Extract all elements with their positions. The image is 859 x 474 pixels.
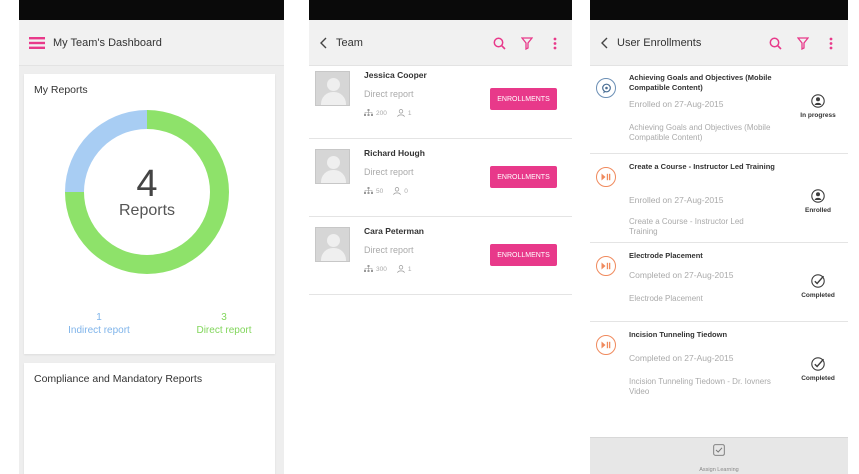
- person-icon: [397, 109, 405, 117]
- course-status: Completed: [792, 274, 844, 299]
- play-pause-icon: [596, 256, 616, 276]
- course-status-label: In progress: [800, 112, 836, 119]
- member-stat-2: 1: [407, 265, 412, 273]
- user-circle-icon: [811, 94, 825, 108]
- member-stats: 50 0: [364, 187, 414, 195]
- course-description: Electrode Placement: [629, 294, 703, 303]
- avatar: [315, 227, 350, 262]
- hamburger-menu-icon[interactable]: [29, 36, 45, 50]
- course-date: Enrolled on 27-Aug-2015: [629, 99, 724, 109]
- enrollment-row[interactable]: Achieving Goals and Objectives (Mobile C…: [590, 66, 848, 154]
- page-title: Team: [336, 36, 363, 49]
- avatar: [315, 149, 350, 184]
- enrollments-button[interactable]: ENROLLMENTS: [490, 244, 557, 266]
- app-bar: My Team's Dashboard: [19, 20, 284, 66]
- reports-total: 4: [136, 163, 158, 205]
- app-bar: User Enrollments: [590, 20, 848, 66]
- person-icon: [393, 187, 401, 195]
- app-bar: Team: [309, 20, 572, 66]
- course-title: Incision Tunneling Tiedown: [629, 330, 728, 339]
- member-name: Richard Hough: [364, 148, 425, 158]
- member-stats: 200 1: [364, 109, 417, 117]
- assign-learning-button[interactable]: Assign Learning: [590, 437, 848, 474]
- status-bar: [590, 0, 848, 20]
- play-pause-icon: [596, 167, 616, 187]
- member-role: Direct report: [364, 167, 414, 177]
- course-title: Achieving Goals and Objectives (Mobile C…: [629, 73, 772, 92]
- course-description: Achieving Goals and Objectives (Mobile C…: [629, 123, 771, 142]
- more-vertical-icon[interactable]: [548, 36, 562, 50]
- status-bar: [309, 0, 572, 20]
- member-stat-1: 300: [376, 265, 387, 273]
- my-reports-card[interactable]: My Reports 4 Reports 1 Indirect report 3…: [24, 74, 275, 354]
- course-status: Enrolled: [792, 189, 844, 214]
- course-title: Create a Course - Instructor Led Trainin…: [629, 162, 775, 171]
- enrollments-button[interactable]: ENROLLMENTS: [490, 166, 557, 188]
- enrollment-row[interactable]: Create a Course - Instructor Led Trainin…: [590, 155, 848, 243]
- filter-icon[interactable]: [796, 36, 810, 50]
- search-icon[interactable]: [768, 36, 782, 50]
- back-chevron-icon[interactable]: [319, 36, 333, 50]
- back-chevron-icon[interactable]: [600, 36, 614, 50]
- member-stats: 300 1: [364, 265, 417, 273]
- course-date: Enrolled on 27-Aug-2015: [629, 195, 724, 205]
- compliance-card[interactable]: Compliance and Mandatory Reports: [24, 363, 275, 474]
- member-name: Cara Peterman: [364, 226, 425, 236]
- user-enrollments-screen: User Enrollments Achieving Goals and Obj…: [590, 0, 848, 474]
- direct-count: 3: [221, 312, 227, 323]
- avatar: [315, 71, 350, 106]
- member-stat-2: 0: [404, 187, 408, 195]
- person-icon: [397, 265, 405, 273]
- card-title: Compliance and Mandatory Reports: [34, 373, 203, 385]
- reports-total-label: Reports: [118, 202, 176, 219]
- check-circle-icon: [811, 274, 825, 288]
- course-title: Electrode Placement: [629, 251, 703, 260]
- page-title: My Team's Dashboard: [53, 36, 162, 49]
- play-pause-icon: [596, 335, 616, 355]
- assign-learning-label: Assign Learning: [699, 467, 739, 473]
- donut-center: 4 Reports: [64, 109, 230, 275]
- member-stat-2: 1: [407, 109, 412, 117]
- page-title: User Enrollments: [617, 36, 702, 49]
- dashboard-screen: My Team's Dashboard My Reports 4 Reports…: [19, 0, 284, 474]
- enrollment-row[interactable]: Electrode Placement Completed on 27-Aug-…: [590, 244, 848, 322]
- team-screen: Team Jessica Cooper Direct report 200 1 …: [309, 0, 572, 474]
- team-member-row[interactable]: Richard Hough Direct report 50 0 ENROLLM…: [309, 139, 572, 217]
- user-circle-icon: [811, 189, 825, 203]
- hierarchy-icon: [364, 109, 373, 116]
- assign-learning-icon: [713, 444, 725, 456]
- indirect-label: Indirect report: [68, 325, 130, 336]
- course-status: Completed: [792, 357, 844, 382]
- hierarchy-icon: [364, 265, 373, 272]
- direct-label: Direct report: [196, 325, 252, 336]
- course-status-label: Enrolled: [804, 207, 831, 214]
- course-status-label: Completed: [801, 292, 835, 299]
- course-description: Create a Course - Instructor Led Trainin…: [629, 217, 744, 236]
- member-stat-1: 200: [376, 109, 387, 117]
- legend-indirect[interactable]: 1 Indirect report: [54, 312, 144, 336]
- member-role: Direct report: [364, 89, 414, 99]
- status-bar: [19, 0, 284, 20]
- member-stat-1: 50: [376, 187, 384, 195]
- chat-bubble-icon: [596, 78, 616, 98]
- check-circle-icon: [811, 357, 825, 371]
- enrollment-row[interactable]: Incision Tunneling Tiedown Completed on …: [590, 323, 848, 411]
- team-member-row[interactable]: Jessica Cooper Direct report 200 1 ENROL…: [309, 61, 572, 139]
- course-date: Completed on 27-Aug-2015: [629, 270, 734, 280]
- course-status: In progress: [792, 94, 844, 119]
- card-title: My Reports: [34, 84, 88, 96]
- enrollments-button[interactable]: ENROLLMENTS: [490, 88, 557, 110]
- more-vertical-icon[interactable]: [824, 36, 838, 50]
- search-icon[interactable]: [492, 36, 506, 50]
- member-name: Jessica Cooper: [364, 70, 427, 80]
- indirect-count: 1: [96, 312, 102, 323]
- hierarchy-icon: [364, 187, 373, 194]
- filter-icon[interactable]: [520, 36, 534, 50]
- member-role: Direct report: [364, 245, 414, 255]
- legend-direct[interactable]: 3 Direct report: [174, 312, 274, 336]
- course-date: Completed on 27-Aug-2015: [629, 353, 734, 363]
- team-member-row[interactable]: Cara Peterman Direct report 300 1 ENROLL…: [309, 217, 572, 295]
- course-description: Incision Tunneling Tiedown - Dr. Iovners…: [629, 377, 771, 396]
- course-status-label: Completed: [801, 375, 835, 382]
